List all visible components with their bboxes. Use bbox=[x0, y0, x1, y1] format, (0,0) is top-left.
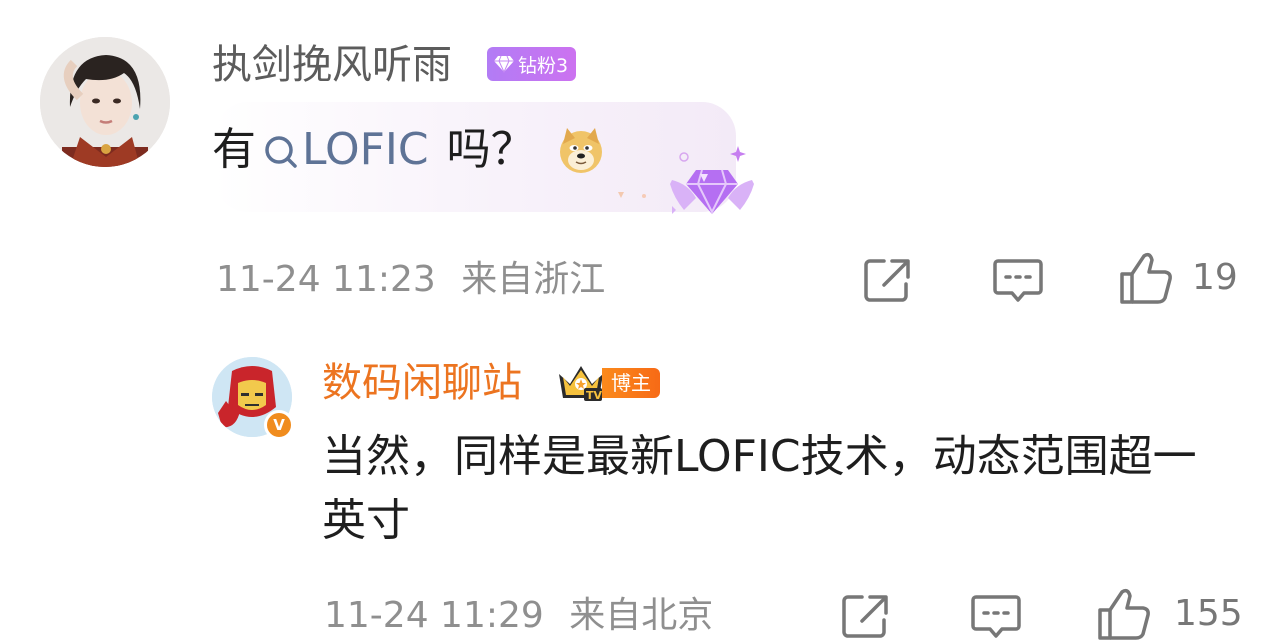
search-icon bbox=[265, 136, 297, 168]
thumbs-up-icon bbox=[1120, 252, 1172, 304]
avatar[interactable] bbox=[40, 37, 170, 167]
doge-emoji-icon bbox=[559, 128, 602, 173]
blogger-badge-label: 博主 bbox=[602, 368, 660, 398]
username[interactable]: 数码闲聊站 bbox=[322, 356, 522, 410]
diamond-icon bbox=[494, 55, 514, 73]
timestamp: 11-24 11:29 bbox=[324, 595, 544, 636]
topic-link-label: LOFIC bbox=[302, 124, 429, 175]
like-count: 19 bbox=[1192, 257, 1238, 298]
comment-text-prefix: 有 bbox=[212, 124, 256, 175]
topic-link[interactable]: LOFIC bbox=[262, 120, 429, 180]
fan-badge-label: 钻粉3 bbox=[518, 54, 569, 77]
username[interactable]: 执剑挽风听雨 bbox=[212, 38, 452, 92]
diamond-fan-decoration-icon bbox=[618, 146, 754, 215]
comment-meta: 11-24 11:29 来自北京 bbox=[324, 594, 713, 638]
comment-text: 当然，同样是最新LOFIC技术，动态范围超一英寸 bbox=[322, 431, 1197, 546]
share-icon[interactable] bbox=[840, 592, 892, 642]
timestamp: 11-24 11:23 bbox=[216, 259, 436, 300]
comment-icon[interactable] bbox=[992, 256, 1044, 306]
comment-icon[interactable] bbox=[970, 592, 1022, 642]
like-button[interactable]: 19 bbox=[1118, 250, 1238, 306]
location: 来自浙江 bbox=[461, 259, 606, 300]
verified-icon: V bbox=[264, 410, 294, 440]
comment-text-suffix: 吗？ bbox=[446, 124, 535, 175]
share-icon[interactable] bbox=[862, 256, 914, 306]
comment-meta: 11-24 11:23 来自浙江 bbox=[216, 258, 605, 302]
like-count: 155 bbox=[1174, 593, 1243, 634]
blogger-badge[interactable]: TV 博主 bbox=[556, 362, 660, 404]
svg-text:TV: TV bbox=[586, 389, 603, 402]
location: 来自北京 bbox=[569, 595, 714, 636]
crown-tv-icon: TV bbox=[559, 366, 603, 402]
fan-level-badge[interactable]: 钻粉3 bbox=[487, 47, 577, 81]
comment-text: 有 LOFIC 吗？ bbox=[212, 120, 605, 180]
thumbs-up-icon bbox=[1098, 588, 1150, 640]
like-button[interactable]: 155 bbox=[1096, 586, 1243, 642]
